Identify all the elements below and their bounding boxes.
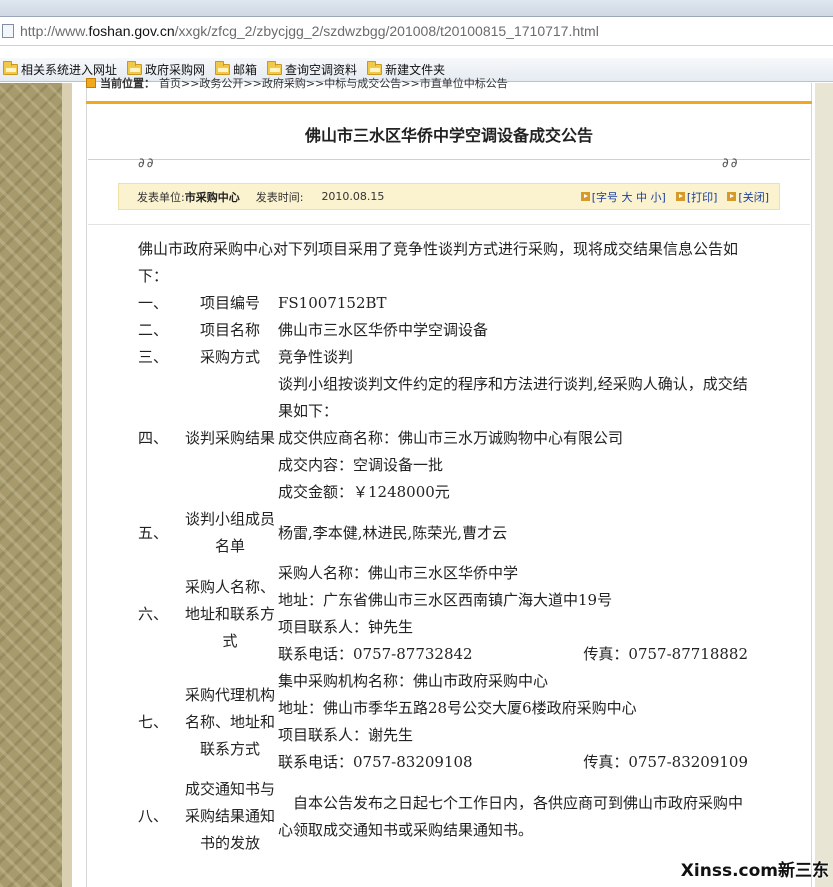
table-row: 二、 项目名称 佛山市三水区华侨中学空调设备 (138, 317, 748, 344)
item-number: 四、 (138, 429, 169, 447)
close-link[interactable]: [关闭] (727, 189, 769, 205)
table-row: 一、 项目编号 FS1007152BT (138, 290, 748, 317)
item-label: 项目编号 (199, 294, 260, 312)
folder-icon (215, 61, 231, 75)
table-row: 五、 谈判小组成员名单 杨雷,李本健,林进民,陈荣光,曹才云 (138, 506, 748, 560)
item-number: 八、 (138, 807, 169, 825)
fax-text: 传真：0757-87718882 (583, 645, 748, 663)
item-label: 项目名称 (199, 321, 260, 339)
item-content: 竞争性谈判 (278, 344, 748, 371)
url-path: /xxgk/zfcg_2/zbycjgg_2/szdwzbgg/201008/t… (174, 23, 599, 39)
content-line: 地址：广东省佛山市三水区西南镇广海大道中19号 (278, 591, 613, 609)
content-line: 成交金额：￥1248000元 (278, 483, 450, 501)
table-row: 三、 采购方式 竞争性谈判 (138, 344, 748, 371)
item-number: 二、 (138, 321, 169, 339)
article-tools: [字号 大 中 小] [打印] [关闭] (571, 189, 769, 205)
item-label: 采购人名称、地址和联系方式 (184, 577, 275, 650)
close-label: [关闭] (738, 190, 769, 204)
item-number: 五、 (138, 523, 169, 542)
item-label: 采购代理机构名称、地址和联系方式 (184, 685, 275, 758)
phone-text: 联系电话：0757-83209108 (278, 753, 473, 771)
arrow-icon (727, 192, 737, 201)
header-divider (86, 101, 812, 104)
contact-row: 联系电话：0757-83209108 传真：0757-83209109 (278, 749, 748, 776)
item-content: 佛山市三水区华侨中学空调设备 (278, 317, 748, 344)
publisher-label: 发表单位: (137, 190, 185, 204)
publisher-name: 市采购中心 (184, 190, 240, 204)
binder-rings-icon: ∂∂ (722, 156, 740, 171)
content-line: 地址：佛山市季华五路28号公交大厦6楼政府采购中心 (278, 699, 637, 717)
fax-text: 传真：0757-83209109 (583, 753, 748, 771)
content-line: 项目联系人：钟先生 (278, 618, 414, 636)
location-icon (86, 78, 96, 88)
content-line: 杨雷,李本健,林进民,陈荣光,曹才云 (278, 523, 508, 542)
content-line: FS1007152BT (278, 294, 387, 312)
item-label: 成交通知书与采购结果通知书的发放 (184, 780, 275, 852)
publish-date: 2010.08.15 (321, 190, 385, 203)
content-separator (88, 224, 810, 225)
font-size-label: [字号 大 中 小] (591, 190, 666, 204)
announcement-table: 一、 项目编号 FS1007152BT 二、 项目名称 佛山市三水区华侨中学空调… (138, 290, 748, 857)
url-prefix: http://www. (20, 23, 89, 39)
item-number: 七、 (138, 712, 169, 731)
folder-icon (3, 61, 18, 75)
print-link[interactable]: [打印] (675, 189, 718, 205)
phone-text: 联系电话：0757-87732842 (278, 645, 473, 663)
content-line: 竞争性谈判 (278, 348, 354, 366)
background-edge (62, 83, 72, 887)
page-icon (2, 24, 14, 38)
table-row: 六、 采购人名称、地址和联系方式 采购人名称：佛山市三水区华侨中学 地址：广东省… (138, 560, 748, 668)
publish-time-label: 发表时间: (255, 190, 304, 204)
article-info-bar: 发表单位: 市采购中心 发表时间: 2010.08.15 [字号 大 中 小] … (118, 183, 780, 210)
address-url[interactable]: http://www.foshan.gov.cn/xxgk/zfcg_2/zby… (20, 23, 599, 39)
page-title: 佛山市三水区华侨中学空调设备成交公告 (304, 125, 593, 145)
item-content: 集中采购机构名称：佛山市政府采购中心 地址：佛山市季华五路28号公交大厦6楼政府… (278, 668, 748, 776)
content-line: 成交内容：空调设备一批 (278, 456, 444, 474)
item-label: 采购方式 (199, 348, 260, 366)
watermark: Xinss.com新三东 (680, 861, 829, 881)
folder-icon (267, 61, 283, 75)
content-line: 谈判小组按谈判文件约定的程序和方法进行谈判,经采购人确认，成交结果如下： (278, 375, 748, 420)
breadcrumb-path[interactable]: 首页>>政务公开>>政府采购>>中标与成交公告>>市直单位中标公告 (159, 76, 508, 90)
address-bar[interactable]: http://www.foshan.gov.cn/xxgk/zfcg_2/zby… (0, 16, 833, 46)
item-content: 谈判小组按谈判文件约定的程序和方法进行谈判,经采购人确认，成交结果如下： 成交供… (278, 371, 748, 506)
item-number: 三、 (138, 348, 169, 366)
font-size-link[interactable]: [字号 大 中 小] (580, 189, 666, 205)
intro-paragraph: 佛山市政府采购中心对下列项目采用了竞争性谈判方式进行采购，现将成交结果信息公告如… (138, 240, 739, 285)
item-content: 采购人名称：佛山市三水区华侨中学 地址：广东省佛山市三水区西南镇广海大道中19号… (278, 560, 748, 668)
item-number: 六、 (138, 604, 169, 623)
content-line: 采购人名称：佛山市三水区华侨中学 (278, 564, 519, 582)
folder-icon (367, 61, 383, 75)
patterned-background (0, 83, 62, 887)
item-content: 杨雷,李本健,林进民,陈荣光,曹才云 (278, 506, 748, 560)
print-label: [打印] (686, 190, 718, 204)
announcement-body: 佛山市政府采购中心对下列项目采用了竞争性谈判方式进行采购，现将成交结果信息公告如… (138, 236, 750, 857)
table-row: 四、 谈判采购结果 谈判小组按谈判文件约定的程序和方法进行谈判,经采购人确认，成… (138, 371, 748, 506)
folder-icon (127, 61, 143, 75)
content-line: 成交供应商名称：佛山市三水万诚购物中心有限公司 (278, 429, 624, 447)
content-line: 项目联系人：谢先生 (278, 726, 414, 744)
table-row: 七、 采购代理机构名称、地址和联系方式 集中采购机构名称：佛山市政府采购中心 地… (138, 668, 748, 776)
item-content: 自本公告发布之日起七个工作日内，各供应商可到佛山市政府采购中心领取成交通知书或采… (278, 776, 748, 857)
content-line: 集中采购机构名称：佛山市政府采购中心 (278, 672, 549, 690)
arrow-icon (580, 192, 590, 201)
breadcrumb-label: 当前位置： (100, 77, 155, 90)
breadcrumb: 当前位置： 首页>>政务公开>>政府采购>>中标与成交公告>>市直单位中标公告 (86, 76, 646, 90)
binder-rings-icon: ∂∂ (138, 156, 156, 171)
content-line: 佛山市三水区华侨中学空调设备 (278, 321, 489, 339)
arrow-icon (675, 192, 685, 201)
table-row: 八、 成交通知书与采购结果通知书的发放 自本公告发布之日起七个工作日内，各供应商… (138, 776, 748, 857)
item-number: 一、 (138, 294, 169, 312)
item-label: 谈判小组成员名单 (184, 510, 275, 555)
item-label: 谈判采购结果 (184, 429, 275, 447)
content-line: 自本公告发布之日起七个工作日内，各供应商可到佛山市政府采购中心领取成交通知书或采… (278, 793, 744, 839)
contact-row: 联系电话：0757-87732842 传真：0757-87718882 (278, 641, 748, 668)
title-box: 佛山市三水区华侨中学空调设备成交公告 (88, 108, 810, 160)
page-margin-right (815, 83, 833, 887)
browser-top-strip (0, 0, 833, 16)
item-content: FS1007152BT (278, 290, 748, 317)
url-domain: foshan.gov.cn (88, 23, 175, 39)
